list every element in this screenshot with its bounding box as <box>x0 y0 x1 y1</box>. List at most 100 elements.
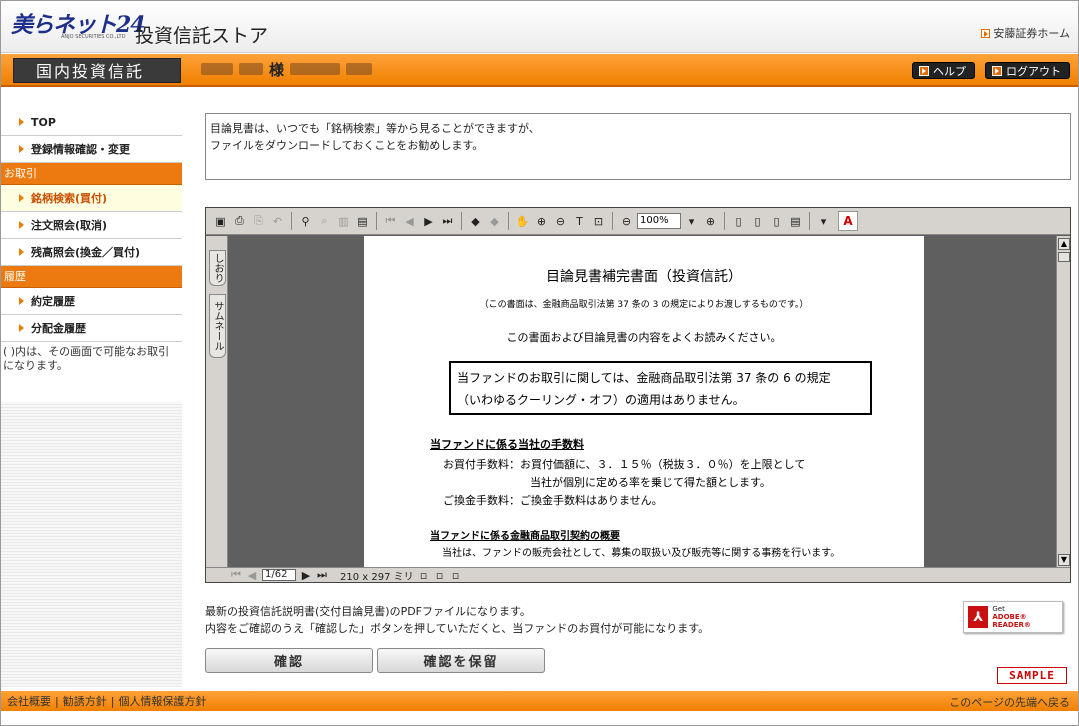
hold-confirmation-button[interactable]: 確認を保留 <box>377 648 545 673</box>
copy-icon[interactable]: ⎘ <box>250 213 267 230</box>
sidebar-item-label: 銘柄検索(買付) <box>31 192 108 205</box>
zoom-decrease-icon[interactable]: ⊖ <box>618 213 635 230</box>
text-select-icon[interactable]: T <box>571 213 588 230</box>
reflow-icon[interactable]: ▤ <box>787 213 804 230</box>
footer-link-company[interactable]: 会社概要 <box>7 695 51 708</box>
get-reader-get: Get <box>992 605 1005 613</box>
logout-button-label: ログアウト <box>1006 64 1061 78</box>
print-icon[interactable]: ⎙ <box>231 213 248 230</box>
sidebar-item-fund-search[interactable]: 銘柄検索(買付) <box>1 185 182 212</box>
prev-page-icon[interactable]: ◀ <box>401 213 418 230</box>
arrow-icon <box>19 145 24 153</box>
next-page-icon[interactable]: ▶ <box>420 213 437 230</box>
save-icon[interactable]: ▣ <box>212 213 229 230</box>
last-page-icon[interactable]: ⏭ <box>439 213 456 230</box>
toolbar-divider <box>724 212 725 230</box>
document-subtitle: （この書面は、金融商品取引法第 37 条の 3 の規定によりお渡しするものです。… <box>479 300 809 310</box>
continuous-icon[interactable]: ▫ <box>434 569 446 582</box>
sidebar-item-label: 登録情報確認・変更 <box>31 143 130 156</box>
user-name: 様 <box>201 60 373 79</box>
footer: 会社概要 | 勧誘方針 | 個人情報保護方針 このページの先端へ戻る <box>1 691 1078 711</box>
find-icon[interactable]: ⚲ <box>297 213 314 230</box>
footer-links: 会社概要 | 勧誘方針 | 個人情報保護方針 <box>7 693 206 709</box>
zoom-field[interactable]: 100% <box>637 213 681 229</box>
scroll-thumb[interactable] <box>1058 252 1070 262</box>
redacted-name-part <box>201 63 233 75</box>
back-icon[interactable]: ◆ <box>467 213 484 230</box>
footer-divider: | <box>110 695 115 708</box>
back-to-top-link[interactable]: このページの先端へ戻る <box>949 694 1070 710</box>
pdf-note: 最新の投資信託説明書(交付目論見書)のPDFファイルになります。 内容をご確認の… <box>205 603 709 637</box>
adobe-icon[interactable]: A <box>838 211 858 231</box>
arrow-icon <box>919 65 929 76</box>
notice-line: 目論見書は、いつでも「銘柄検索」等から見ることができますが、 <box>210 122 540 135</box>
search-icon[interactable]: ⌕ <box>316 213 333 230</box>
pdf-note-line: 最新の投資信託説明書(交付目論見書)のPDFファイルになります。 <box>205 605 531 618</box>
sidebar-heading-trade: お取引 <box>1 163 182 185</box>
options-icon[interactable]: ▾ <box>815 213 832 230</box>
page: 美らネット24 ANJO SECURITIES CO.,LTD 投資信託ストア … <box>0 0 1079 726</box>
sidebar-item-balance[interactable]: 残高照会(換金／買付) <box>1 239 182 266</box>
sidebar-item-order-inquiry[interactable]: 注文照会(取消) <box>1 212 182 239</box>
redacted-name-part <box>290 63 341 75</box>
facing-icon[interactable]: ▫ <box>450 569 462 582</box>
page-number-field[interactable]: 1/62 <box>262 569 296 581</box>
sidebar-item-distribution-history[interactable]: 分配金履歴 <box>1 315 182 342</box>
columns-icon[interactable]: ▥ <box>335 213 352 230</box>
nav-bar: 国内投資信託 様 ヘルプ ログアウト <box>1 54 1078 87</box>
fit-width-icon[interactable]: ▯ <box>768 213 785 230</box>
sidebar-item-label: 約定履歴 <box>31 295 75 308</box>
sidebar-item-execution-history[interactable]: 約定履歴 <box>1 288 182 315</box>
redacted-name-part <box>346 63 373 75</box>
snapshot-icon[interactable]: ⊡ <box>590 213 607 230</box>
help-button[interactable]: ヘルプ <box>912 62 975 79</box>
actual-size-icon[interactable]: ▯ <box>730 213 747 230</box>
first-page-icon[interactable]: ⏮ <box>230 568 242 581</box>
arrow-icon <box>19 248 24 256</box>
single-page-icon[interactable]: ▫ <box>418 569 430 582</box>
pdf-note-line: 内容をご確認のうえ「確認した」ボタンを押していただくと、当ファンドのお買付が可能… <box>205 622 710 635</box>
hand-tool-icon[interactable]: ✋ <box>514 213 531 230</box>
arrow-icon <box>981 28 991 38</box>
zoom-out-icon[interactable]: ⊖ <box>552 213 569 230</box>
confirm-button[interactable]: 確認 <box>205 648 373 673</box>
get-adobe-reader-badge[interactable]: ⅄ Get ADOBE® READER® <box>963 601 1063 633</box>
pdf-side-tabs: しおり サムネール <box>206 236 228 568</box>
pdf-toolbar: ▣ ⎙ ⎘ ↶ ⚲ ⌕ ▥ ▤ ⏮ ◀ ▶ ⏭ ◆ ◆ ✋ ⊕ ⊖ T ⊡ ⊖ … <box>206 208 1070 235</box>
scroll-up-icon[interactable]: ▲ <box>1058 238 1070 250</box>
zoom-in-icon[interactable]: ⊕ <box>533 213 550 230</box>
last-page-icon[interactable]: ⏭ <box>316 568 328 581</box>
prev-page-icon[interactable]: ◀ <box>246 569 258 582</box>
get-reader-text: Get ADOBE® READER® <box>992 605 1062 629</box>
scroll-down-icon[interactable]: ▼ <box>1058 554 1070 566</box>
zoom-increase-icon[interactable]: ⊕ <box>702 213 719 230</box>
sidebar: TOP 登録情報確認・変更 お取引 銘柄検索(買付) 注文照会(取消) 残高照会… <box>1 109 182 687</box>
home-link[interactable]: 安藤証券ホーム <box>981 25 1070 41</box>
document-read-notice: この書面および目論見書の内容をよくお読みください。 <box>506 331 782 344</box>
pdf-viewer[interactable]: ▣ ⎙ ⎘ ↶ ⚲ ⌕ ▥ ▤ ⏮ ◀ ▶ ⏭ ◆ ◆ ✋ ⊕ ⊖ T ⊡ ⊖ … <box>205 207 1071 583</box>
cooling-off-line: （いわゆるクーリング・オフ）の適用はありません。 <box>457 393 745 407</box>
store-title: 投資信託ストア <box>135 25 269 47</box>
tab-thumbnails[interactable]: サムネール <box>209 294 226 358</box>
home-link-label[interactable]: 安藤証券ホーム <box>993 25 1070 41</box>
footer-link-solicitation[interactable]: 勧誘方針 <box>63 695 107 708</box>
first-page-icon[interactable]: ⏮ <box>382 213 399 230</box>
fullscreen-icon[interactable]: ▤ <box>354 213 371 230</box>
sidebar-item-account[interactable]: 登録情報確認・変更 <box>1 136 182 163</box>
pdf-page: 目論見書補完書面（投資信託） （この書面は、金融商品取引法第 37 条の 3 の… <box>364 236 924 569</box>
sidebar-item-top[interactable]: TOP <box>1 109 182 136</box>
arrow-icon <box>19 194 24 202</box>
chevron-down-icon[interactable]: ▾ <box>683 213 700 230</box>
toolbar-divider <box>508 212 509 230</box>
tab-bookmarks[interactable]: しおり <box>209 250 226 286</box>
fit-page-icon[interactable]: ▯ <box>749 213 766 230</box>
cooling-off-box: 当ファンドのお取引に関しては、金融商品取引法第 37 条の 6 の規定 （いわゆ… <box>449 361 872 415</box>
forward-icon[interactable]: ◆ <box>486 213 503 230</box>
sample-stamp: SAMPLE <box>997 667 1067 684</box>
undo-icon[interactable]: ↶ <box>269 213 286 230</box>
footer-link-privacy[interactable]: 個人情報保護方針 <box>118 695 206 708</box>
next-page-icon[interactable]: ▶ <box>300 569 312 582</box>
logout-button[interactable]: ログアウト <box>985 62 1070 79</box>
pdf-scrollbar[interactable]: ▲ ▼ <box>1056 236 1070 568</box>
toolbar-divider <box>612 212 613 230</box>
